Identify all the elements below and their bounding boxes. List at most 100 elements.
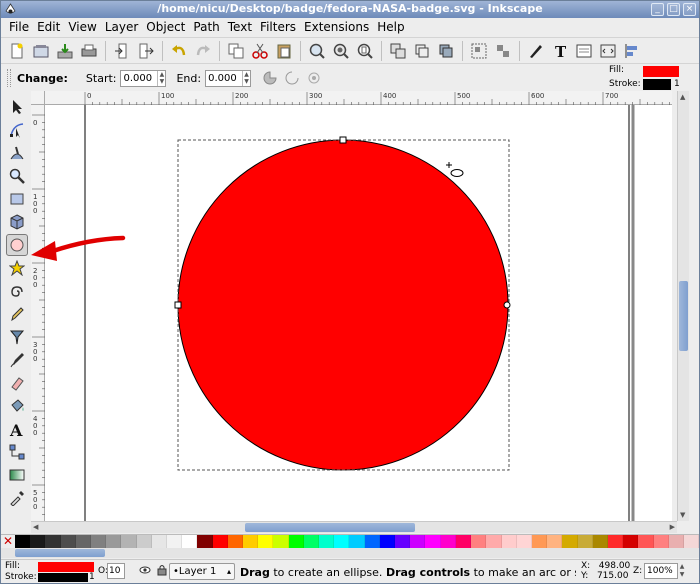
save-icon[interactable] bbox=[55, 41, 75, 61]
vertical-scroll-thumb[interactable] bbox=[679, 281, 688, 351]
opacity-input[interactable]: 10 bbox=[107, 563, 125, 579]
zoom-page-icon[interactable] bbox=[355, 41, 375, 61]
tweak-tool-icon[interactable] bbox=[6, 142, 28, 164]
pen-tool-icon[interactable] bbox=[6, 326, 28, 348]
status-fill-swatch[interactable] bbox=[38, 562, 94, 572]
open-arc-icon[interactable] bbox=[283, 69, 301, 87]
palette-swatch[interactable] bbox=[303, 535, 320, 548]
palette-scrollbar[interactable] bbox=[1, 548, 699, 558]
palette-swatch[interactable] bbox=[607, 535, 624, 548]
closed-arc-icon[interactable] bbox=[261, 69, 279, 87]
export-icon[interactable] bbox=[136, 41, 156, 61]
current-layer-dropdown[interactable]: •Layer 1 ▴▾ bbox=[169, 563, 235, 583]
duplicate-icon[interactable] bbox=[388, 41, 408, 61]
text-tool-icon[interactable]: A bbox=[6, 418, 28, 440]
palette-swatch[interactable] bbox=[167, 535, 183, 548]
palette-swatch[interactable] bbox=[349, 535, 365, 548]
pencil-tool-icon[interactable] bbox=[6, 303, 28, 325]
palette-swatch[interactable] bbox=[562, 535, 578, 548]
palette-swatch[interactable] bbox=[379, 535, 396, 548]
fill-swatch[interactable] bbox=[643, 66, 679, 77]
layer-lock-icon[interactable] bbox=[157, 564, 167, 579]
canvas-drawing[interactable] bbox=[45, 105, 672, 521]
palette-swatch[interactable] bbox=[653, 535, 669, 548]
menu-help[interactable]: Help bbox=[373, 20, 408, 34]
rectangle-tool-icon[interactable] bbox=[6, 188, 28, 210]
palette-swatch[interactable] bbox=[334, 535, 350, 548]
unlink-clone-icon[interactable] bbox=[436, 41, 456, 61]
palette-swatch[interactable] bbox=[30, 535, 46, 548]
menu-layer[interactable]: Layer bbox=[101, 20, 142, 34]
undo-icon[interactable] bbox=[169, 41, 189, 61]
vertical-ruler[interactable]: 0100200300400500 bbox=[31, 105, 45, 521]
palette-swatch[interactable] bbox=[121, 535, 137, 548]
ellipse-tool-icon[interactable] bbox=[6, 234, 28, 256]
connector-tool-icon[interactable] bbox=[6, 441, 28, 463]
print-icon[interactable] bbox=[79, 41, 99, 61]
eraser-tool-icon[interactable] bbox=[6, 372, 28, 394]
new-document-icon[interactable] bbox=[7, 41, 27, 61]
xml-editor-icon[interactable] bbox=[598, 41, 618, 61]
menu-text[interactable]: Text bbox=[224, 20, 256, 34]
palette-swatch[interactable] bbox=[440, 535, 456, 548]
palette-swatch[interactable] bbox=[547, 535, 563, 548]
group-icon[interactable] bbox=[469, 41, 489, 61]
scroll-down-arrow[interactable]: ▼ bbox=[680, 511, 685, 519]
menu-filters[interactable]: Filters bbox=[256, 20, 300, 34]
ungroup-icon[interactable] bbox=[493, 41, 513, 61]
import-icon[interactable] bbox=[112, 41, 132, 61]
palette-swatch[interactable] bbox=[106, 535, 122, 548]
end-angle-stepper[interactable]: ▲ ▼ bbox=[242, 70, 250, 86]
palette-swatch[interactable] bbox=[60, 535, 76, 548]
palette-swatch[interactable] bbox=[668, 535, 684, 548]
palette-swatch[interactable] bbox=[486, 535, 502, 548]
palette-swatch[interactable] bbox=[91, 535, 107, 548]
cut-icon[interactable] bbox=[250, 41, 270, 61]
spiral-tool-icon[interactable] bbox=[6, 280, 28, 302]
menu-file[interactable]: File bbox=[5, 20, 33, 34]
palette-swatch[interactable] bbox=[455, 535, 472, 548]
status-stroke-swatch[interactable] bbox=[38, 573, 88, 582]
palette-swatch[interactable] bbox=[75, 535, 92, 548]
palette-swatch[interactable] bbox=[501, 535, 517, 548]
maximize-button[interactable]: □ bbox=[667, 3, 680, 16]
palette-swatch[interactable] bbox=[243, 535, 259, 548]
text-editor-icon[interactable]: T bbox=[550, 41, 570, 61]
palette-swatch[interactable] bbox=[425, 535, 441, 548]
copy-icon[interactable] bbox=[226, 41, 246, 61]
calligraphy-tool-icon[interactable] bbox=[6, 349, 28, 371]
3d-box-tool-icon[interactable] bbox=[6, 211, 28, 233]
start-angle-input[interactable]: 0.000 ▲ ▼ bbox=[120, 69, 167, 87]
palette-swatch[interactable] bbox=[623, 535, 639, 548]
layer-visibility-icon[interactable] bbox=[139, 564, 151, 579]
palette-swatch[interactable] bbox=[182, 535, 198, 548]
menu-path[interactable]: Path bbox=[189, 20, 223, 34]
minimize-button[interactable]: _ bbox=[651, 3, 664, 16]
zoom-tool-icon[interactable] bbox=[6, 165, 28, 187]
make-whole-icon[interactable] bbox=[305, 69, 323, 87]
palette-swatch[interactable] bbox=[638, 535, 654, 548]
palette-swatch[interactable] bbox=[531, 535, 548, 548]
palette-swatch[interactable] bbox=[319, 535, 335, 548]
menu-object[interactable]: Object bbox=[142, 20, 189, 34]
scroll-right-arrow[interactable]: ▶ bbox=[670, 523, 675, 531]
zoom-stepper[interactable]: ▲ ▼ bbox=[678, 563, 686, 579]
star-tool-icon[interactable] bbox=[6, 257, 28, 279]
horizontal-scroll-thumb[interactable] bbox=[245, 523, 415, 532]
palette-swatch[interactable] bbox=[15, 535, 31, 548]
end-angle-input[interactable]: 0.000 ▲ ▼ bbox=[205, 69, 252, 87]
drawing-canvas[interactable] bbox=[45, 105, 672, 521]
open-icon[interactable] bbox=[31, 41, 51, 61]
redo-icon[interactable] bbox=[193, 41, 213, 61]
palette-swatch[interactable] bbox=[288, 535, 304, 548]
gradient-tool-icon[interactable] bbox=[6, 464, 28, 486]
ellipse-arc-handle[interactable] bbox=[503, 301, 511, 309]
palette-swatch[interactable] bbox=[683, 535, 699, 548]
vertical-scrollbar[interactable]: ▲ ▼ bbox=[677, 91, 689, 521]
palette-swatch[interactable] bbox=[592, 535, 608, 548]
horizontal-ruler[interactable]: 0 100 200 300 400 500 600 700 bbox=[45, 91, 672, 105]
palette-swatch[interactable] bbox=[136, 535, 152, 548]
zoom-selection-icon[interactable] bbox=[307, 41, 327, 61]
palette-scroll-thumb[interactable] bbox=[15, 549, 105, 557]
scroll-up-arrow[interactable]: ▲ bbox=[680, 93, 685, 101]
